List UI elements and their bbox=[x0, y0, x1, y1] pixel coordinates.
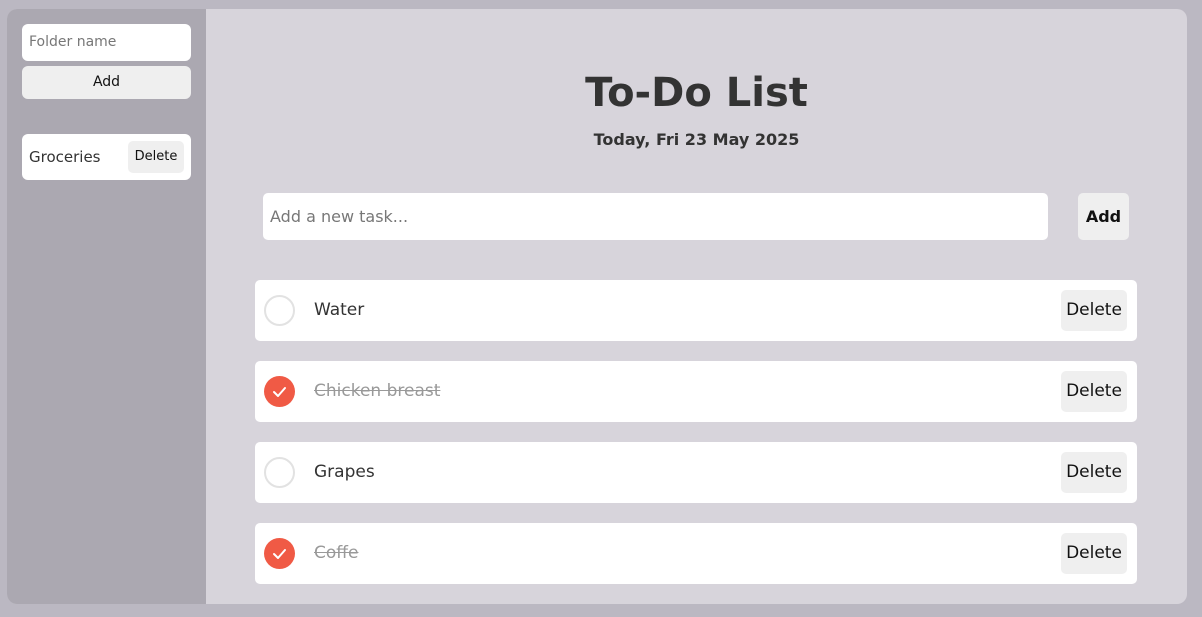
app-window: Folder name Add Groceries Delete To-Do L… bbox=[7, 9, 1187, 604]
task-row: Grapes Delete bbox=[255, 442, 1137, 503]
folder-item-groceries[interactable]: Groceries Delete bbox=[22, 134, 191, 180]
delete-task-button[interactable]: Delete bbox=[1061, 371, 1127, 412]
task-text: Chicken breast bbox=[314, 381, 441, 401]
task-text: Grapes bbox=[314, 462, 375, 482]
checkmark-icon bbox=[273, 549, 286, 559]
delete-task-button[interactable]: Delete bbox=[1061, 290, 1127, 331]
date-label: Today, Fri 23 May 2025 bbox=[593, 130, 800, 149]
new-task-input[interactable]: Add a new task... bbox=[263, 193, 1048, 240]
folder-name-input[interactable]: Folder name bbox=[22, 24, 191, 61]
page-title: To-Do List bbox=[585, 70, 808, 116]
task-checkbox[interactable] bbox=[264, 457, 295, 488]
delete-task-button[interactable]: Delete bbox=[1061, 452, 1127, 493]
task-row: Water Delete bbox=[255, 280, 1137, 341]
sidebar: Folder name Add Groceries Delete bbox=[7, 9, 206, 604]
add-task-button[interactable]: Add bbox=[1078, 193, 1129, 240]
task-row: Chicken breast Delete bbox=[255, 361, 1137, 422]
add-folder-button[interactable]: Add bbox=[22, 66, 191, 99]
folder-name-label: Groceries bbox=[29, 148, 101, 166]
task-checkbox[interactable] bbox=[264, 376, 295, 407]
delete-folder-button[interactable]: Delete bbox=[128, 141, 184, 173]
delete-task-button[interactable]: Delete bbox=[1061, 533, 1127, 574]
task-text: Coffe bbox=[314, 543, 359, 563]
task-checkbox[interactable] bbox=[264, 538, 295, 569]
task-row: Coffe Delete bbox=[255, 523, 1137, 584]
task-text: Water bbox=[314, 300, 365, 320]
task-checkbox[interactable] bbox=[264, 295, 295, 326]
checkmark-icon bbox=[273, 387, 286, 397]
